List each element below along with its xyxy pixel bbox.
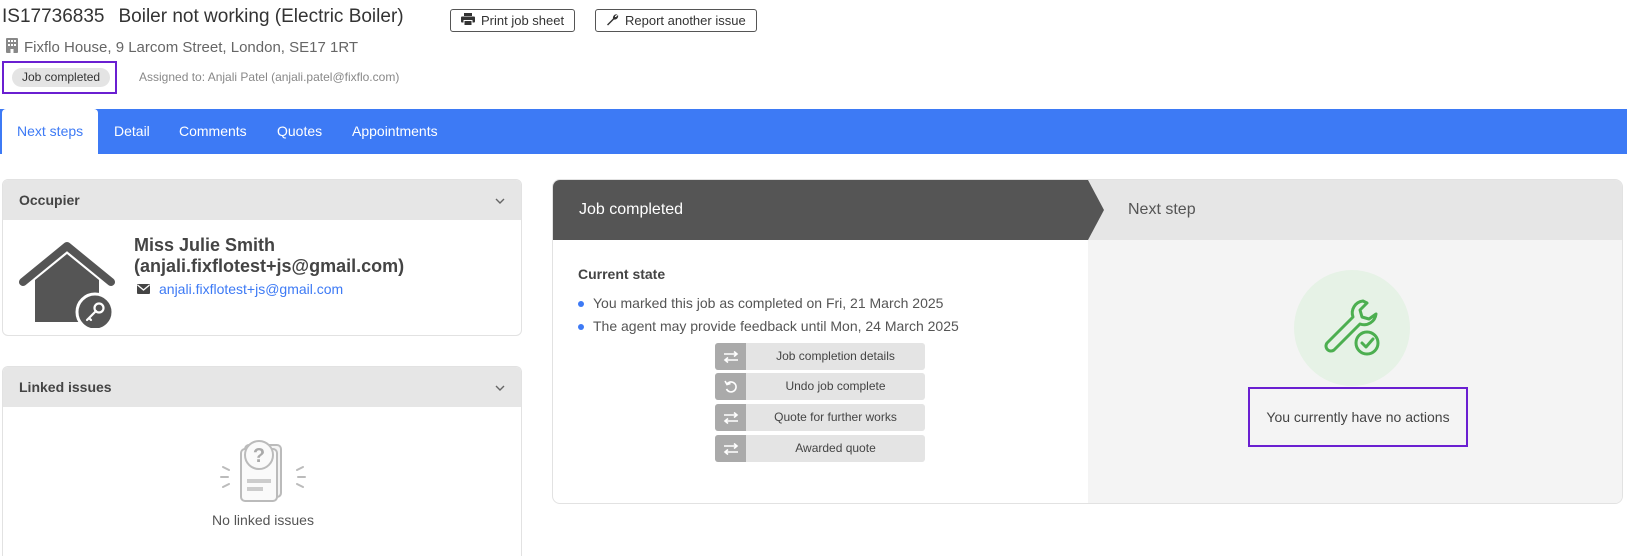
- tab-next-steps[interactable]: Next steps: [2, 109, 99, 154]
- envelope-icon: [137, 281, 150, 297]
- next-step-body: You currently have no actions: [1088, 240, 1622, 503]
- report-another-issue-label: Report another issue: [625, 13, 746, 28]
- tab-comments[interactable]: Comments: [179, 109, 247, 154]
- job-title: Boiler not working (Electric Boiler): [118, 6, 404, 27]
- occupier-email-link[interactable]: anjali.fixflotest+js@gmail.com: [159, 281, 343, 297]
- chevron-down-icon[interactable]: [495, 191, 505, 209]
- current-step-header: Job completed: [553, 180, 1088, 240]
- tab-bar: Next steps Detail Comments Quotes Appoin…: [0, 109, 1627, 154]
- current-state-title: Current state: [578, 266, 666, 282]
- occupier-email-row: anjali.fixflotest+js@gmail.com: [137, 281, 343, 297]
- job-completion-details-label: Job completion details: [776, 349, 895, 363]
- tab-detail[interactable]: Detail: [114, 109, 150, 154]
- status-badge: Job completed: [12, 68, 111, 87]
- svg-text:?: ?: [253, 445, 265, 467]
- quote-for-further-works-label: Quote for further works: [774, 410, 897, 424]
- undo-job-complete-label: Undo job complete: [785, 379, 886, 393]
- question-document-icon: ?: [215, 437, 311, 508]
- status-highlight: Job completed: [2, 61, 117, 94]
- next-step-label: Next step: [1128, 201, 1196, 218]
- address-text: Fixflo House, 9 Larcom Street, London, S…: [24, 39, 359, 56]
- report-another-issue-button[interactable]: Report another issue: [595, 9, 757, 32]
- assigned-to: Assigned to: Anjali Patel (anjali.patel@…: [139, 70, 400, 84]
- swap-icon: [715, 435, 746, 462]
- print-job-sheet-button[interactable]: Print job sheet: [450, 9, 576, 32]
- wrench-check-icon: [1294, 270, 1410, 386]
- home-key-icon: [19, 242, 115, 333]
- current-step-label: Job completed: [579, 201, 684, 218]
- chevron-down-icon[interactable]: [495, 378, 505, 396]
- no-actions-message: You currently have no actions: [1248, 387, 1468, 447]
- no-linked-issues-text: No linked issues: [212, 512, 314, 528]
- print-job-sheet-label: Print job sheet: [481, 13, 565, 28]
- property-address: Fixflo House, 9 Larcom Street, London, S…: [6, 38, 358, 57]
- linked-issues-card: Linked issues ? No linked issues: [2, 366, 522, 556]
- undo-job-complete-button[interactable]: Undo job complete: [715, 373, 925, 400]
- tab-appointments[interactable]: Appointments: [352, 109, 438, 154]
- swap-icon: [715, 404, 746, 431]
- job-header: IS17736835 Boiler not working (Electric …: [0, 0, 1627, 108]
- awarded-quote-label: Awarded quote: [795, 441, 876, 455]
- job-completion-details-button[interactable]: Job completion details: [715, 343, 925, 370]
- undo-icon: [715, 373, 746, 400]
- swap-icon: [715, 343, 746, 370]
- occupier-header[interactable]: Occupier: [3, 180, 521, 220]
- linked-issues-header[interactable]: Linked issues: [3, 367, 521, 407]
- linked-issues-title: Linked issues: [19, 379, 112, 395]
- occupier-name: Miss Julie Smith (anjali.fixflotest+js@g…: [134, 235, 405, 276]
- title-row: IS17736835 Boiler not working (Electric …: [2, 6, 404, 28]
- current-state-item: The agent may provide feedback until Mon…: [578, 315, 959, 338]
- current-state-list: You marked this job as completed on Fri,…: [578, 292, 959, 338]
- occupier-card: Occupier Miss Julie Smith (anjali.fixflo…: [2, 179, 522, 336]
- occupier-title: Occupier: [19, 192, 80, 208]
- next-step-header: Next step: [1088, 180, 1622, 240]
- job-id: IS17736835: [2, 6, 105, 27]
- tab-quotes[interactable]: Quotes: [277, 109, 322, 154]
- wrench-icon: [606, 13, 625, 29]
- current-state-item: You marked this job as completed on Fri,…: [578, 292, 959, 315]
- printer-icon: [461, 12, 481, 29]
- awarded-quote-button[interactable]: Awarded quote: [715, 435, 925, 462]
- quote-for-further-works-button[interactable]: Quote for further works: [715, 404, 925, 431]
- step-arrow: [1088, 180, 1104, 240]
- building-icon: [6, 38, 24, 57]
- job-progress-panel: Job completed Next step Current state Yo…: [552, 179, 1623, 504]
